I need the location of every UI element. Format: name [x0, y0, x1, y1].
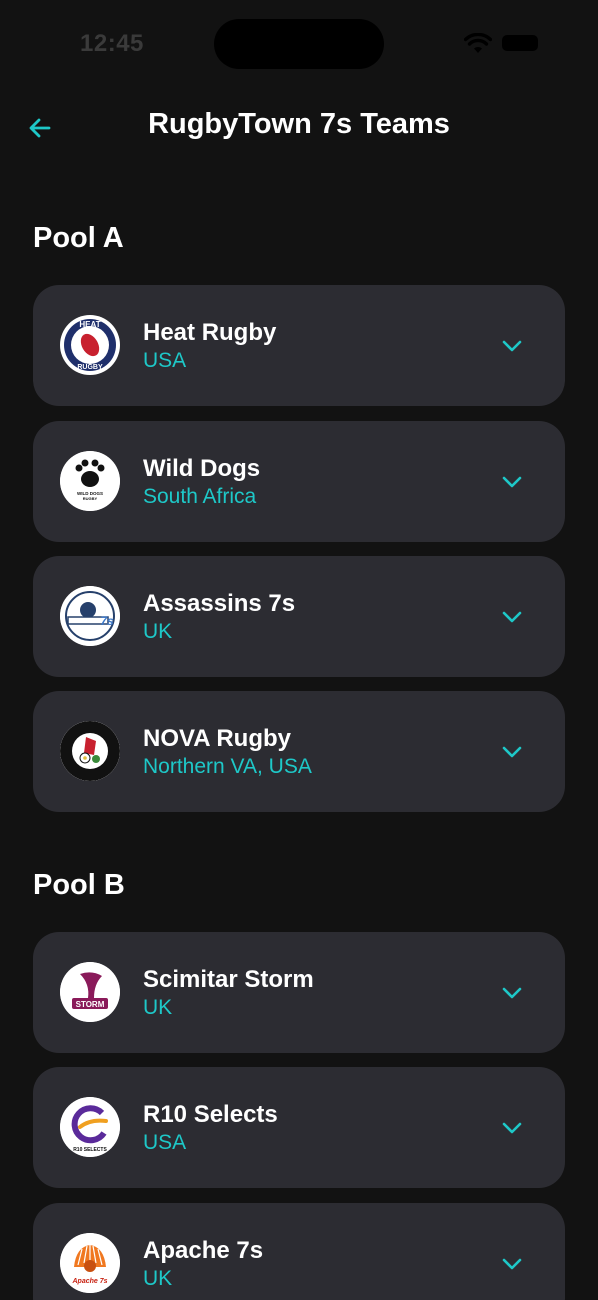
battery-icon	[502, 35, 538, 51]
page-title: RugbyTown 7s Teams	[148, 108, 450, 140]
header: RugbyTown 7s Teams	[0, 96, 598, 160]
chevron-down-icon[interactable]	[499, 980, 525, 1006]
status-time: 12:45	[80, 30, 144, 57]
team-card-wild-dogs[interactable]: WILD DOGS RUGBY Wild Dogs South Africa	[33, 421, 565, 542]
team-country: USA	[143, 1131, 187, 1154]
team-name: Assassins 7s	[143, 590, 296, 617]
svg-text:HEAT: HEAT	[79, 320, 100, 329]
team-name: Heat Rugby	[143, 319, 277, 346]
team-card-apache-7s[interactable]: Apache 7s Apache 7s UK	[33, 1203, 565, 1300]
team-country: South Africa	[143, 485, 257, 508]
assassins-7s-logo: 7s	[60, 586, 120, 646]
team-card-assassins-7s[interactable]: 7s Assassins 7s UK	[33, 556, 565, 677]
team-country: UK	[143, 996, 173, 1019]
team-name: Apache 7s	[143, 1237, 264, 1264]
svg-text:RUGBY: RUGBY	[77, 364, 103, 371]
svg-text:STORM: STORM	[76, 1000, 105, 1009]
chevron-down-icon[interactable]	[499, 1251, 525, 1277]
svg-text:R10 SELECTS: R10 SELECTS	[73, 1147, 107, 1153]
team-country: UK	[143, 620, 173, 643]
dynamic-island	[214, 19, 384, 69]
team-country: USA	[143, 349, 187, 372]
pool-a-title: Pool A	[33, 222, 124, 254]
scimitar-storm-logo: STORM	[60, 962, 120, 1022]
team-card-heat-rugby[interactable]: HEAT RUGBY Heat Rugby USA	[33, 285, 565, 406]
team-name: Scimitar Storm	[143, 966, 314, 993]
team-name: NOVA Rugby	[143, 725, 291, 752]
apache-7s-logo: Apache 7s	[60, 1233, 120, 1293]
team-country: UK	[143, 1267, 173, 1290]
team-card-scimitar-storm[interactable]: STORM Scimitar Storm UK	[33, 932, 565, 1053]
chevron-down-icon[interactable]	[499, 333, 525, 359]
status-bar: 12:45	[0, 0, 598, 90]
svg-text:7s: 7s	[100, 614, 114, 628]
pool-b-title: Pool B	[33, 869, 125, 901]
chevron-down-icon[interactable]	[499, 469, 525, 495]
nova-rugby-logo	[60, 721, 120, 781]
r10-selects-logo: R10 SELECTS	[60, 1097, 120, 1157]
team-country: Northern VA, USA	[143, 755, 312, 778]
chevron-down-icon[interactable]	[499, 604, 525, 630]
screen: 12:45 RugbyTown 7s Teams Pool A HEAT RUG…	[0, 0, 598, 1300]
chevron-down-icon[interactable]	[499, 739, 525, 765]
wifi-icon	[464, 33, 492, 53]
svg-text:Apache 7s: Apache 7s	[71, 1278, 107, 1285]
team-card-nova-rugby[interactable]: NOVA Rugby Northern VA, USA	[33, 691, 565, 812]
team-name: Wild Dogs	[143, 455, 261, 482]
team-card-r10-selects[interactable]: R10 SELECTS R10 Selects USA	[33, 1067, 565, 1188]
wild-dogs-logo: WILD DOGS RUGBY	[60, 451, 120, 511]
svg-text:RUGBY: RUGBY	[83, 496, 98, 501]
team-name: R10 Selects	[143, 1101, 278, 1128]
heat-rugby-logo: HEAT RUGBY	[60, 315, 120, 375]
chevron-down-icon[interactable]	[499, 1115, 525, 1141]
